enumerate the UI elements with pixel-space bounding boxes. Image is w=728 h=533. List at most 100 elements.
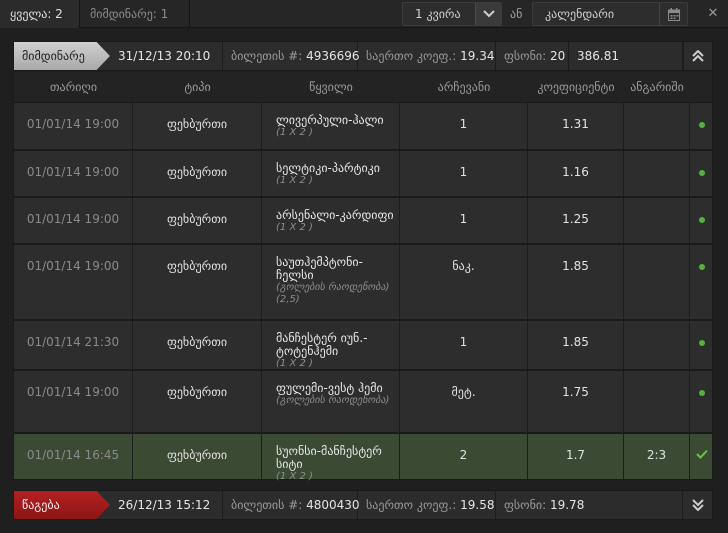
tab-current-tickets[interactable]: მიმდინარე: 1 [80,0,190,28]
checkmark-icon [690,434,713,479]
table-row: 01/01/14 19:00 ფეხბურთი ფულემი-ვესტ ჰემი… [13,370,713,433]
event-market: (1 X 2 ) [276,175,313,186]
column-pick: არჩევანი [437,80,491,94]
row-odds: 1.31 [528,103,624,149]
row-sport: ფეხბურთი [133,151,262,196]
row-event: საუთჰემპტონი-ჩელსი (გოლების რაოდენობა) (… [262,245,400,319]
row-event: ლივერპული-ჰალი (1 X 2 ) [262,103,400,149]
row-score [624,198,690,243]
row-odds: 1.16 [528,151,624,196]
ticket-header-current[interactable]: მიმდინარე 31/12/13 20:10 ბილეთის #: 4936… [13,41,713,71]
expand-icon[interactable] [682,491,712,519]
table-header: თარიღი ტიპი წყვილი არჩევანი კოეფიციენტი … [13,72,713,102]
row-event: ფულემი-ვესტ ჰემი (გოლების რაოდენობა) [262,371,400,432]
tab-all-tickets[interactable]: ყველა: 2 [0,0,80,28]
row-odds: 1.75 [528,371,624,432]
ticket-number: ბილეთის #: 4936696 [223,42,360,70]
row-sport: ფეხბურთი [133,434,262,479]
event-name: მანჩესტერ იუნ.-ტოტენჰემი [276,331,368,358]
row-date: 01/01/14 19:00 [14,103,133,149]
event-market: (გოლების რაოდენობა) (2,5) [276,282,390,305]
column-score: ანგარიში [630,80,684,94]
row-sport: ფეხბურთი [133,103,262,149]
event-name: საუთჰემპტონი-ჩელსი [276,255,363,282]
status-dot-icon [690,103,713,149]
period-select[interactable]: 1 კვირა [402,2,502,26]
column-date: თარიღი [49,80,98,94]
ticket-payout: 386.81 [569,42,684,70]
row-sport: ფეხბურთი [133,198,262,243]
row-score [624,245,690,319]
column-event: წყვილი [309,80,353,94]
table-row: 01/01/14 19:00 ფეხბურთი სელტიკი-პარტიკი … [13,150,713,197]
row-pick: 1 [400,198,528,243]
row-date: 01/01/14 19:00 [14,371,133,432]
ticket-datetime: 31/12/13 20:10 [110,42,223,70]
table-row: 01/01/14 19:00 ფეხბურთი არსენალი-კარდიფი… [13,197,713,244]
row-score: 2:3 [624,434,690,479]
calendar-input[interactable]: კალენდარი [532,2,688,26]
status-dot-icon [690,151,713,196]
collapse-icon[interactable] [682,42,712,70]
row-score [624,321,690,369]
row-date: 01/01/14 19:00 [14,151,133,196]
row-pick: 1 [400,321,528,369]
calendar-icon[interactable] [659,3,687,25]
row-score [624,151,690,196]
row-pick: მეტ. [400,371,528,432]
row-pick: ნაკ. [400,245,528,319]
ticket-header-lost[interactable]: წაგება 26/12/13 15:12 ბილეთის #: 4800430… [13,490,713,520]
row-score [624,371,690,432]
event-name: არსენალი-კარდიფი [276,208,394,222]
row-date: 01/01/14 21:30 [14,321,133,369]
row-date: 01/01/14 16:45 [14,434,133,479]
row-pick: 1 [400,103,528,149]
row-date: 01/01/14 19:00 [14,245,133,319]
row-event: სუონსი-მანჩესტერ სიტი (1 X 2 ) [262,434,400,482]
period-select-value: 1 კვირა [415,7,461,21]
status-badge: მიმდინარე [14,42,110,70]
row-event: მანჩესტერ იუნ.-ტოტენჰემი (1 X 2 ) [262,321,400,369]
column-odds: კოეფიციენტი [537,80,615,94]
ticket-stake: ფსონი: 20 [496,42,569,70]
table-row: 01/01/14 19:00 ფეხბურთი საუთჰემპტონი-ჩელ… [13,244,713,320]
event-market: (1 X 2 ) [276,471,313,482]
status-dot-icon [690,321,713,369]
table-row: 01/01/14 16:45 ფეხბურთი სუონსი-მანჩესტერ… [13,433,713,482]
or-label: ან [510,7,523,21]
event-market: (1 X 2 ) [276,222,313,233]
table-row: 01/01/14 19:00 ფეხბურთი ლივერპული-ჰალი (… [13,102,713,150]
event-market: (გოლების რაოდენობა) [276,395,390,406]
ticket-datetime: 26/12/13 15:12 [110,491,223,519]
row-event: სელტიკი-პარტიკი (1 X 2 ) [262,151,400,196]
row-sport: ფეხბურთი [133,321,262,369]
row-sport: ფეხბურთი [133,245,262,319]
row-odds: 1.25 [528,198,624,243]
ticket-stake: ფსონი: 19.78 [504,498,585,512]
column-type: ტიპი [184,80,211,94]
event-name: სელტიკი-პარტიკი [276,161,380,175]
event-name: სუონსი-მანჩესტერ სიტი [276,444,382,471]
event-market: (1 X 2 ) [276,127,313,138]
ticket-total-coef: საერთო კოეფ.: 19.34 [358,42,496,70]
status-dot-icon [690,371,713,432]
row-odds: 1.85 [528,321,624,369]
table-row: 01/01/14 21:30 ფეხბურთი მანჩესტერ იუნ.-ტ… [13,320,713,370]
calendar-input-value: კალენდარი [545,7,615,21]
row-score [624,103,690,149]
status-badge: წაგება [14,491,110,519]
row-event: არსენალი-კარდიფი (1 X 2 ) [262,198,400,243]
event-name: ფულემი-ვესტ ჰემი [276,381,383,395]
close-icon[interactable]: ✕ [698,0,728,28]
status-dot-icon [690,198,713,243]
row-pick: 1 [400,151,528,196]
chevron-down-icon[interactable] [475,3,501,25]
row-pick: 2 [400,434,528,479]
ticket-number: ბილეთის #: 4800430 [223,491,360,519]
event-market: (1 X 2 ) [276,358,313,369]
filter-bar: ყველა: 2 მიმდინარე: 1 1 კვირა ან კალენდა… [0,0,728,28]
event-name: ლივერპული-ჰალი [276,113,384,127]
row-date: 01/01/14 19:00 [14,198,133,243]
ticket-total-coef: საერთო კოეფ.: 19.58 [358,491,496,519]
status-dot-icon [690,245,713,319]
